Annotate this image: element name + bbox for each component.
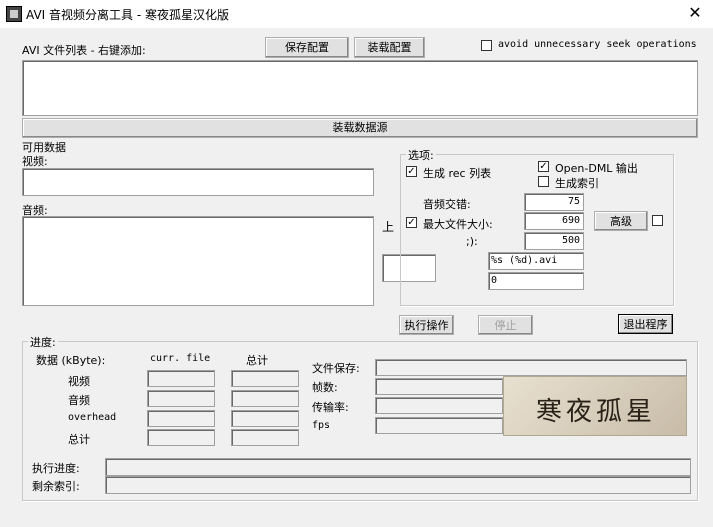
overhead-total-field bbox=[231, 410, 299, 427]
avoid-seek-checkbox[interactable] bbox=[481, 40, 492, 51]
fps-label: fps bbox=[312, 420, 331, 431]
audio-curr-field bbox=[147, 390, 215, 407]
fps-field bbox=[375, 417, 503, 434]
data-kbyte-label: 数据 (kByte): bbox=[36, 354, 106, 367]
max-size-input[interactable]: 690 bbox=[524, 212, 584, 230]
opendml-label: Open-DML 输出 bbox=[555, 162, 638, 175]
max-size-checkbox[interactable]: ✓ bbox=[406, 217, 417, 228]
load-source-button[interactable]: 装载数据源 bbox=[22, 118, 698, 138]
options-title: 选项: bbox=[406, 147, 436, 163]
row-audio-label: 音频 bbox=[68, 394, 90, 407]
execute-button[interactable]: 执行操作 bbox=[399, 315, 454, 335]
app-icon bbox=[6, 6, 22, 22]
audio-interleave-label: 音频交错: bbox=[423, 198, 471, 211]
frames-field bbox=[375, 378, 503, 395]
progress-title: 进度: bbox=[28, 334, 58, 350]
row-total-label: 总计 bbox=[68, 433, 90, 446]
total-curr-field bbox=[147, 429, 215, 446]
audio-total-field bbox=[231, 390, 299, 407]
total-col-label: 总计 bbox=[246, 354, 268, 367]
frames-label: 帧数: bbox=[312, 381, 338, 394]
row-video-label: 视频 bbox=[68, 375, 90, 388]
gen-rec-label: 生成 rec 列表 bbox=[423, 167, 492, 180]
exec-progress-bar bbox=[105, 458, 691, 476]
gen-rec-checkbox[interactable]: ✓ bbox=[406, 166, 417, 177]
save-config-button[interactable]: 保存配置 bbox=[265, 37, 349, 58]
overhead-curr-field bbox=[147, 410, 215, 427]
video-curr-field bbox=[147, 370, 215, 387]
exec-progress-label: 执行进度: bbox=[32, 462, 80, 475]
audio-up-button[interactable]: 上 bbox=[382, 218, 394, 235]
advanced-checkbox[interactable] bbox=[652, 215, 663, 226]
logo-text: 寒夜孤星 bbox=[535, 397, 656, 427]
remaining-index-bar bbox=[105, 476, 691, 494]
third-option-input[interactable]: 500 bbox=[524, 232, 584, 250]
avi-file-list[interactable] bbox=[22, 60, 698, 116]
window-title: AVI 音视频分离工具 - 寒夜孤星汉化版 bbox=[26, 8, 229, 22]
third-option-label: ;): bbox=[466, 235, 478, 248]
file-save-field bbox=[375, 359, 687, 376]
advanced-button[interactable]: 高级 bbox=[594, 211, 648, 231]
main-panel: AVI 文件列表 - 右键添加: 保存配置 装载配置 avoid unneces… bbox=[0, 28, 713, 527]
curr-file-label: curr. file bbox=[150, 353, 211, 364]
video-stream-list[interactable] bbox=[22, 168, 374, 196]
logo-image: 寒夜孤星 bbox=[503, 376, 687, 436]
transfer-rate-label: 传输率: bbox=[312, 401, 349, 414]
remaining-index-label: 剩余索引: bbox=[32, 480, 80, 493]
file-save-label: 文件保存: bbox=[312, 362, 360, 375]
transfer-rate-field bbox=[375, 397, 503, 414]
audio-stream-list[interactable] bbox=[22, 216, 374, 306]
total-total-field bbox=[231, 429, 299, 446]
video-label: 视频: bbox=[22, 155, 48, 168]
audio-interleave-input[interactable]: 75 bbox=[524, 193, 584, 211]
gen-index-checkbox[interactable] bbox=[538, 176, 549, 187]
filename-format-input[interactable]: %s (%d).avi bbox=[488, 252, 584, 270]
exit-button[interactable]: 退出程序 bbox=[618, 314, 673, 334]
file-list-label: AVI 文件列表 - 右键添加: bbox=[22, 44, 146, 57]
load-config-button[interactable]: 装载配置 bbox=[354, 37, 425, 58]
row-overhead-label: overhead bbox=[68, 412, 117, 423]
avoid-seek-label: avoid unnecessary seek operations bbox=[498, 39, 697, 50]
opendml-checkbox[interactable]: ✓ bbox=[538, 161, 549, 172]
max-size-label: 最大文件大小: bbox=[423, 218, 493, 231]
title-bar: AVI 音视频分离工具 - 寒夜孤星汉化版 ✕ bbox=[0, 0, 713, 28]
gen-index-label: 生成索引 bbox=[555, 177, 599, 190]
start-number-input[interactable]: 0 bbox=[488, 272, 584, 290]
close-button[interactable]: ✕ bbox=[680, 2, 710, 24]
stop-button[interactable]: 停止 bbox=[478, 315, 533, 335]
video-total-field bbox=[231, 370, 299, 387]
